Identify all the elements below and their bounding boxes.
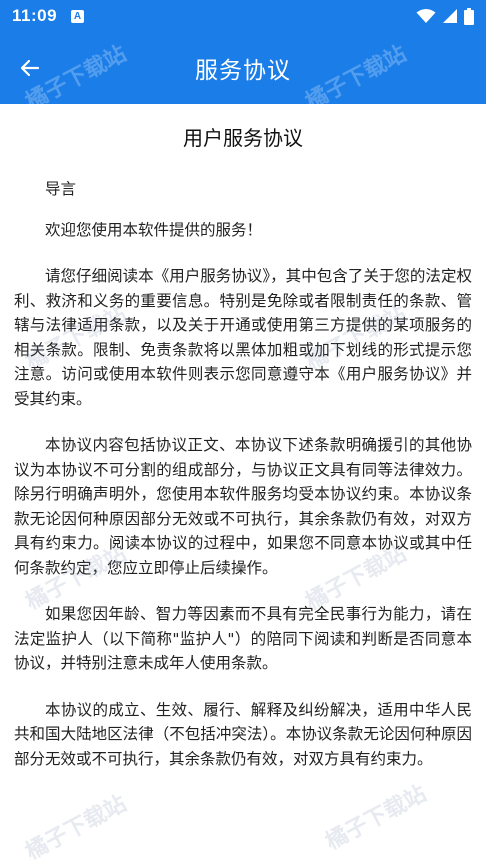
back-button[interactable]	[12, 50, 48, 86]
document-title: 用户服务协议	[183, 126, 303, 150]
arrow-left-icon	[20, 59, 40, 77]
battery-icon	[464, 7, 474, 25]
app-bar: 服务协议	[0, 32, 486, 104]
status-bar: 11:09 A	[0, 0, 486, 32]
agreement-content[interactable]: 用户服务协议 导言 欢迎您使用本软件提供的服务！ 请您仔细阅读本《用户服务协议》…	[0, 104, 486, 864]
signal-icon	[443, 9, 457, 23]
wifi-icon	[416, 9, 436, 23]
paragraph-4: 本协议的成立、生效、履行、解释及纠纷解决，适用中华人民共和国大陆地区法律（不包括…	[14, 700, 472, 768]
paragraph-3: 如果您因年龄、智力等因素而不具有完全民事行为能力，请在法定监护人（以下简称"监护…	[14, 605, 472, 672]
page-title: 服务协议	[195, 58, 291, 84]
paragraph-1: 请您仔细阅读本《用户服务协议》，其中包含了关于您的法定权利、救济和义务的重要信息…	[14, 267, 472, 408]
notification-icon: A	[71, 9, 85, 23]
paragraph-intro-heading: 导言	[45, 180, 77, 198]
paragraph-2: 本协议内容包括协议正文、本协议下述条款明确援引的其他协议为本协议不可分割的组成部…	[14, 436, 472, 577]
status-icons	[416, 7, 474, 25]
paragraph-welcome: 欢迎您使用本软件提供的服务！	[45, 220, 263, 239]
status-time: 11:09	[12, 6, 58, 25]
